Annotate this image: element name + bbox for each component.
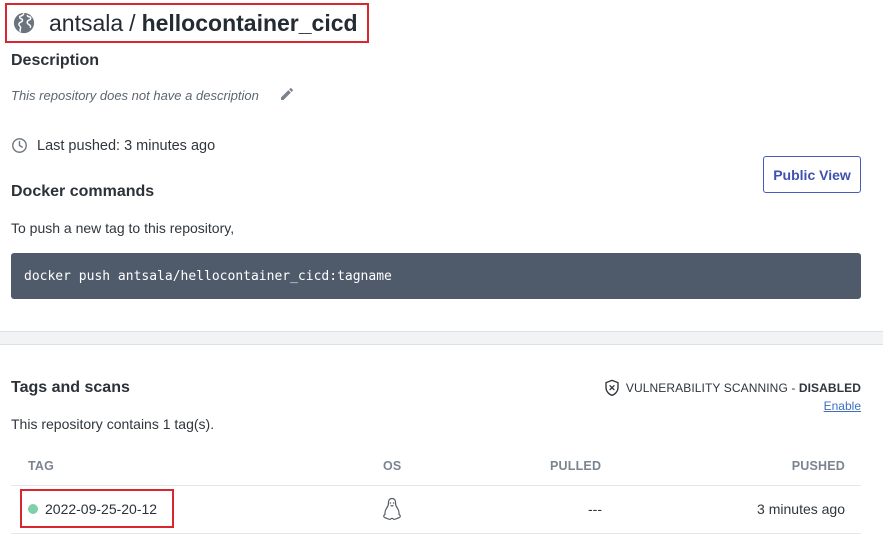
enable-scanning-link[interactable]: Enable bbox=[824, 399, 861, 413]
tags-count: This repository contains 1 tag(s). bbox=[11, 416, 215, 432]
pencil-icon[interactable] bbox=[279, 86, 295, 102]
vuln-status: DISABLED bbox=[798, 381, 861, 395]
last-pushed-text: Last pushed: 3 minutes ago bbox=[37, 137, 216, 154]
tags-heading: Tags and scans bbox=[11, 379, 130, 396]
description-heading: Description bbox=[11, 52, 100, 69]
tag-name-link[interactable]: 2022-09-25-20-12 bbox=[45, 501, 157, 517]
shield-icon bbox=[605, 379, 619, 397]
vuln-separator: - bbox=[787, 381, 799, 395]
tag-status-dot bbox=[28, 503, 38, 514]
pushed-value: 3 minutes ago bbox=[757, 501, 845, 517]
clock-icon bbox=[12, 138, 27, 153]
repo-name: hellocontainer_cicd bbox=[141, 9, 358, 36]
column-header-os: OS bbox=[383, 459, 402, 473]
tag-cell[interactable]: 2022-09-25-20-12 bbox=[20, 489, 174, 528]
column-header-pulled[interactable]: PULLED bbox=[550, 459, 601, 473]
table-row-divider bbox=[11, 533, 861, 534]
globe-icon bbox=[13, 12, 35, 34]
repo-namespace[interactable]: antsala bbox=[49, 10, 123, 36]
column-header-pushed[interactable]: PUSHED bbox=[792, 459, 845, 473]
linux-icon bbox=[383, 497, 401, 520]
title-separator: / bbox=[129, 9, 136, 36]
last-pushed: Last pushed: 3 minutes ago bbox=[11, 137, 215, 154]
docker-commands-text: To push a new tag to this repository, bbox=[11, 220, 235, 236]
vuln-label: VULNERABILITY SCANNING bbox=[625, 381, 788, 395]
vulnerability-scanning-status: VULNERABILITY SCANNING - DISABLED bbox=[604, 379, 861, 397]
table-header-divider bbox=[11, 485, 861, 486]
pulled-value: --- bbox=[588, 501, 602, 517]
docker-command-box[interactable]: docker push antsala/hellocontainer_cicd:… bbox=[11, 253, 861, 299]
description-text: This repository does not have a descript… bbox=[11, 88, 259, 103]
repo-title: antsala / hellocontainer_cicd bbox=[5, 3, 369, 43]
docker-commands-heading: Docker commands bbox=[11, 183, 155, 200]
docker-command[interactable]: docker push antsala/hellocontainer_cicd:… bbox=[24, 269, 392, 284]
column-header-tag[interactable]: TAG bbox=[28, 459, 54, 473]
section-divider bbox=[0, 331, 883, 345]
public-view-button[interactable]: Public View bbox=[763, 156, 861, 193]
